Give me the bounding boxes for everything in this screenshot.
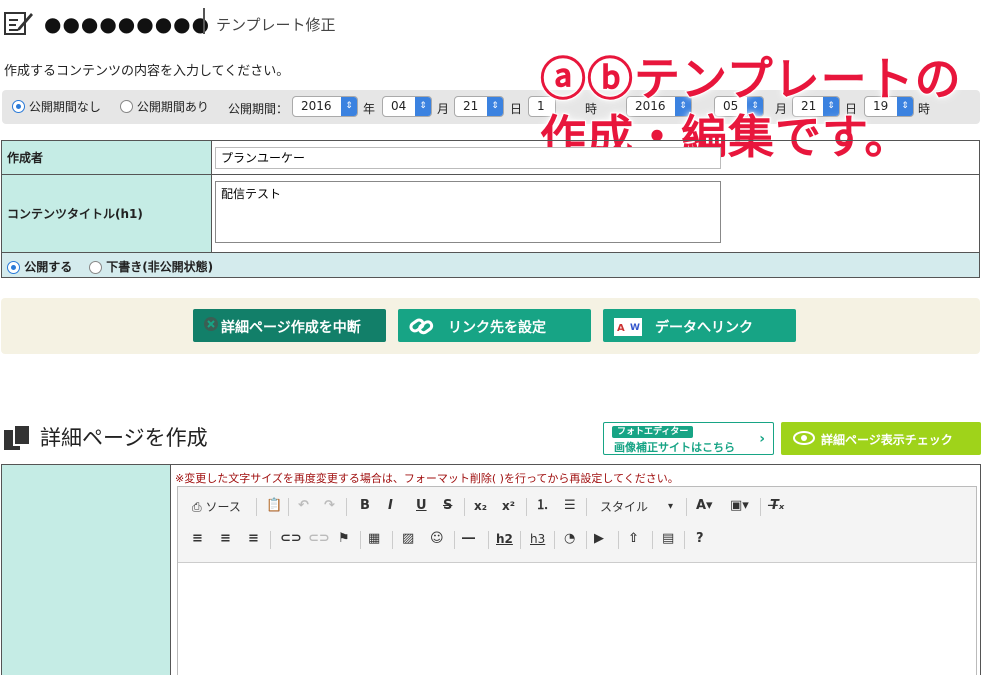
- text-color-icon[interactable]: A▾: [696, 498, 713, 514]
- format-notice: ※変更した文字サイズを再度変更する場合は、フォーマット削除( )を行ってから再設…: [175, 472, 679, 485]
- photo-editor-text: 画像補正サイトはこちら: [614, 441, 735, 454]
- period-none-option[interactable]: 公開期間なし: [12, 98, 101, 115]
- select-arrow-icon: ⇕: [415, 97, 431, 116]
- background-color-icon[interactable]: ▣▾: [730, 498, 749, 514]
- page-title: テンプレート修正: [216, 16, 336, 34]
- author-input[interactable]: [215, 146, 721, 169]
- radio-checked-icon[interactable]: [7, 261, 20, 274]
- action-button-bar: 詳細ページ作成を中断 リンク先を設定 AW データへリンク: [1, 298, 980, 354]
- chevron-right-icon: ›: [759, 431, 765, 447]
- period-has-label: 公開期間あり: [136, 100, 209, 114]
- annotation-line1: ⓐⓑテンプレートの: [539, 51, 962, 107]
- redo-icon[interactable]: ↷: [324, 498, 335, 514]
- documents-icon: [2, 422, 34, 458]
- svg-text:A: A: [617, 323, 625, 334]
- align-right-icon[interactable]: ≡: [248, 531, 259, 547]
- period-label: 公開期間：: [228, 102, 289, 116]
- title-label: コンテンツタイトル(h1): [1, 174, 212, 253]
- select-arrow-icon: ⇕: [341, 97, 357, 116]
- horizontal-rule-icon[interactable]: ―: [462, 531, 475, 547]
- start-day-select[interactable]: 21 ⇕: [454, 96, 504, 117]
- radio-checked-icon[interactable]: [12, 100, 25, 113]
- intro-text: 作成するコンテンツの内容を入力してください。: [4, 64, 290, 79]
- bold-icon[interactable]: B: [360, 498, 370, 514]
- h3-button[interactable]: h3: [530, 531, 545, 547]
- header-divider: [203, 8, 205, 34]
- source-icon: ⎙: [192, 500, 202, 514]
- link-icon: [408, 316, 436, 340]
- upload-icon[interactable]: ⇧: [628, 531, 639, 547]
- period-has-option[interactable]: 公開期間あり: [120, 98, 209, 115]
- editor-label-column: [2, 465, 171, 675]
- underline-icon[interactable]: U: [416, 498, 427, 514]
- select-arrow-icon: ⇕: [487, 97, 503, 116]
- close-circle-icon: [203, 316, 219, 336]
- subscript-icon[interactable]: x₂: [474, 498, 487, 514]
- numbered-list-icon[interactable]: ⒈: [536, 498, 549, 514]
- data-link-button[interactable]: AW データへリンク: [603, 309, 796, 342]
- strike-icon[interactable]: S: [443, 498, 452, 514]
- eye-icon: [793, 430, 815, 449]
- h2-button[interactable]: h2: [496, 531, 513, 547]
- radio-unchecked-icon[interactable]: [89, 261, 102, 274]
- svg-text:W: W: [630, 323, 640, 333]
- photo-editor-button[interactable]: フォトエディター 画像補正サイトはこちら ›: [603, 422, 774, 455]
- flag-icon[interactable]: ⚑: [338, 531, 350, 547]
- period-none-label: 公開期間なし: [28, 100, 101, 114]
- chevron-down-icon[interactable]: ▾: [668, 499, 673, 515]
- start-month-select[interactable]: 04 ⇕: [382, 96, 432, 117]
- undo-icon[interactable]: ↶: [298, 498, 309, 514]
- superscript-icon[interactable]: x²: [502, 498, 515, 514]
- source-button[interactable]: ⎙ ソース: [192, 499, 241, 515]
- unlink-icon[interactable]: ⊂⊃: [308, 531, 330, 547]
- section-title: 詳細ページを作成: [40, 426, 208, 450]
- cancel-page-button[interactable]: 詳細ページ作成を中断: [193, 309, 386, 342]
- publish-option[interactable]: 公開する: [7, 258, 72, 275]
- masked-name: ●●●●●●●●●: [44, 12, 211, 36]
- rich-text-editor[interactable]: ⎙ ソース 📋 ↶ ↷ B I U S x₂ x² ⒈ ☰ スタイル ▾ A▾ …: [177, 486, 977, 675]
- file-document-icon: AW: [613, 316, 645, 342]
- set-link-button[interactable]: リンク先を設定: [398, 309, 591, 342]
- remove-format-icon[interactable]: T̶ₓ: [770, 498, 784, 514]
- page-header: ●●●●●●●●● テンプレート修正: [0, 8, 982, 38]
- unit-day: 日: [510, 102, 523, 116]
- edit-note-icon: [4, 10, 34, 40]
- video-icon[interactable]: ▶: [594, 531, 604, 547]
- author-label: 作成者: [1, 140, 212, 175]
- publish-status-row: 公開する 下書き(非公開状態): [1, 253, 980, 278]
- publish-label: 公開する: [24, 260, 73, 274]
- clock-icon[interactable]: ◔: [564, 531, 575, 547]
- radio-unchecked-icon[interactable]: [120, 100, 133, 113]
- help-icon[interactable]: ?: [696, 531, 704, 547]
- style-select[interactable]: スタイル: [600, 499, 648, 515]
- image-icon[interactable]: ▨: [402, 531, 414, 547]
- editor-table: ※変更した文字サイズを再度変更する場合は、フォーマット削除( )を行ってから再設…: [1, 464, 981, 675]
- smiley-icon[interactable]: ☺: [430, 531, 444, 547]
- draft-label: 下書き(非公開状態): [106, 260, 214, 274]
- template-icon[interactable]: ▤: [662, 531, 674, 547]
- unit-month: 月: [437, 102, 450, 116]
- draft-option[interactable]: 下書き(非公開状態): [89, 258, 213, 275]
- start-year-select[interactable]: 2016 ⇕: [292, 96, 358, 117]
- align-center-icon[interactable]: ≡: [220, 531, 231, 547]
- italic-icon[interactable]: I: [388, 498, 393, 514]
- title-textarea[interactable]: 配信テスト: [215, 181, 721, 243]
- editor-toolbar: ⎙ ソース 📋 ↶ ↷ B I U S x₂ x² ⒈ ☰ スタイル ▾ A▾ …: [178, 487, 976, 563]
- bullet-list-icon[interactable]: ☰: [564, 498, 576, 514]
- unit-year: 年: [363, 102, 376, 116]
- link-icon[interactable]: ⊂⊃: [280, 531, 302, 547]
- photo-editor-badge: フォトエディター: [612, 426, 694, 438]
- preview-check-button[interactable]: 詳細ページ表示チェック: [781, 422, 981, 455]
- preview-check-label: 詳細ページ表示チェック: [821, 433, 953, 447]
- table-icon[interactable]: ▦: [368, 531, 380, 547]
- content-form-table: 作成者 コンテンツタイトル(h1) 配信テスト: [1, 140, 980, 253]
- paste-icon[interactable]: 📋: [266, 498, 282, 514]
- align-left-icon[interactable]: ≡: [192, 531, 203, 547]
